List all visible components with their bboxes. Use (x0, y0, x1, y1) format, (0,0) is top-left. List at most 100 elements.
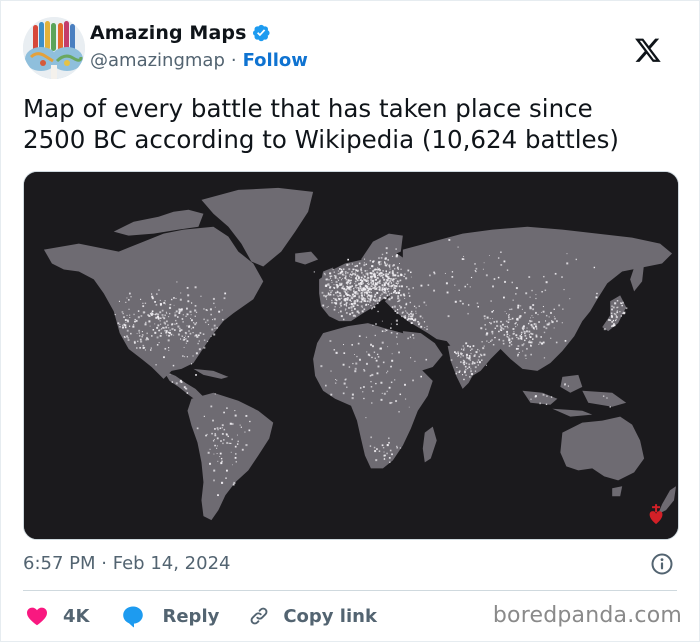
battle-dot (561, 276, 563, 278)
x-logo-icon[interactable] (633, 36, 663, 64)
battle-dot (516, 318, 519, 321)
author-handle[interactable]: @amazingmap (90, 50, 225, 71)
battle-dot (223, 297, 226, 300)
copy-link-button[interactable]: Copy link (247, 604, 377, 628)
battle-dot (529, 320, 532, 323)
battle-dot (370, 436, 373, 439)
battle-dot (164, 323, 167, 325)
battle-dot (159, 320, 161, 322)
battle-dot (614, 313, 617, 316)
battle-dot (359, 290, 361, 292)
battle-dot (426, 325, 428, 327)
battle-dot (529, 339, 531, 341)
battle-dot (381, 293, 383, 295)
battle-dot (517, 337, 520, 340)
battle-dot (385, 287, 388, 289)
battle-dot (537, 313, 539, 316)
battle-dot (542, 341, 545, 344)
battle-dot (326, 306, 328, 308)
battle-dot (399, 308, 401, 310)
battle-dot (427, 284, 430, 286)
battle-dot (381, 341, 384, 344)
battle-dot (400, 274, 403, 276)
battle-dot (389, 401, 392, 405)
battle-dot (542, 393, 545, 396)
battle-dot (548, 316, 550, 318)
battle-dot (343, 352, 346, 355)
battle-dot (504, 280, 507, 283)
battle-dot (182, 338, 185, 341)
battle-dot (382, 273, 385, 276)
battle-dot (178, 308, 181, 311)
battle-dot (375, 298, 378, 300)
battle-dot (196, 335, 199, 338)
battle-dot (451, 271, 454, 273)
like-button[interactable]: 4K (25, 604, 89, 628)
battle-dot (221, 427, 223, 429)
battle-dot (387, 290, 390, 293)
tweet-timestamp[interactable]: 6:57 PM · Feb 14, 2024 (23, 553, 230, 574)
battle-dot (206, 309, 208, 312)
battle-dot (360, 301, 363, 303)
battle-dot (124, 319, 127, 321)
battle-dot (345, 293, 347, 295)
battle-dot (320, 365, 323, 368)
battle-dot (425, 304, 427, 306)
battle-dot (361, 287, 363, 289)
battle-dot (524, 334, 527, 337)
battle-dot (341, 279, 343, 281)
battle-dot (333, 308, 336, 311)
battle-dot (183, 337, 185, 338)
battle-dot (144, 323, 147, 326)
battle-dot (144, 349, 147, 351)
battle-dot (349, 288, 352, 291)
battle-dot (175, 319, 177, 322)
battle-dot (177, 333, 180, 336)
battle-dot (354, 300, 356, 302)
battle-dot (522, 350, 524, 352)
battle-dot (140, 315, 143, 317)
battle-dot (388, 276, 390, 278)
battle-dot (328, 284, 330, 287)
author-display-name[interactable]: Amazing Maps (90, 22, 246, 44)
battle-dot (163, 301, 166, 304)
battle-dot (356, 292, 359, 295)
battle-dot (486, 332, 488, 335)
battle-dot (137, 310, 140, 312)
battle-dot (521, 308, 523, 310)
battle-dot (391, 292, 393, 294)
battle-dot (387, 273, 390, 276)
battle-dot (395, 255, 398, 258)
battle-dot (382, 270, 384, 272)
battle-dot (357, 284, 359, 286)
battle-dot (615, 316, 618, 319)
battle-dot (412, 379, 414, 382)
reply-button[interactable]: Reply (121, 604, 219, 628)
battle-dot (114, 313, 116, 316)
info-circle-icon[interactable] (650, 552, 674, 576)
battle-dot (187, 294, 190, 297)
battle-dot (489, 318, 491, 320)
follow-button[interactable]: Follow (243, 50, 308, 71)
battle-dot (495, 320, 498, 323)
battle-dot (514, 322, 516, 325)
battle-dot (623, 311, 626, 314)
battle-dot (612, 319, 615, 321)
battle-dot (405, 277, 408, 280)
battle-dot (374, 276, 377, 278)
battle-dot (123, 336, 126, 338)
battle-dot (517, 306, 520, 309)
battle-dot (383, 278, 386, 281)
battle-dot (433, 289, 436, 292)
battle-dot (186, 356, 188, 358)
battle-dot (370, 288, 373, 291)
battle-dot (531, 315, 533, 317)
tweet-media-map-image[interactable] (23, 171, 679, 540)
battle-dot (354, 283, 356, 285)
battle-dot (381, 287, 384, 290)
battle-dot (381, 320, 383, 322)
battle-dot (117, 322, 120, 325)
author-avatar[interactable] (23, 17, 85, 79)
battle-dot (142, 344, 145, 347)
battle-dot (387, 437, 390, 440)
